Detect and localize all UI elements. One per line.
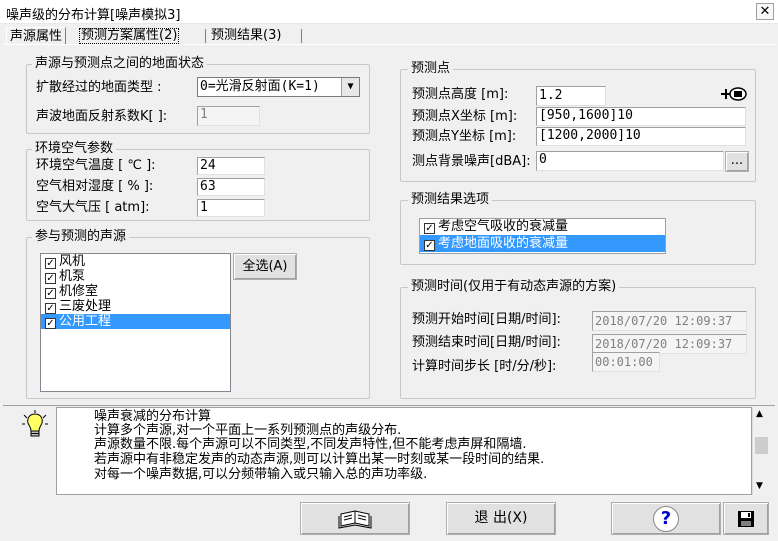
list-item[interactable]: ✓ 三废处理 [41,299,230,314]
result-options-list[interactable]: ✓ 考虑空气吸收的衰减量 ✓ 考虑地面吸收的衰减量 [419,218,666,254]
temperature-field[interactable]: 24 [197,157,265,175]
save-button[interactable] [723,502,769,535]
sources-list[interactable]: ✓ 风机 ✓ 机泵 ✓ 机修室 ✓ 三废处理 ✓ 公用工程 [40,253,231,392]
tab-scheme-properties[interactable]: 预测方案属性(2) [78,27,180,45]
pressure-label: 空气大气压 [ atm]: [36,200,150,215]
point-x-field[interactable]: [950,1600]10 [536,107,746,126]
window-title: 噪声级的分布计算[噪声模拟3] [6,8,181,23]
point-y-field[interactable]: [1200,2000]10 [536,127,746,146]
chevron-down-icon[interactable]: ▼ [341,78,359,96]
list-item-label: 机泵 [59,269,86,284]
environment-title: 环境空气参数 [32,141,117,157]
close-icon: ✕ [759,4,771,19]
prediction-time-title: 预测时间(仅用于有动态声源的方案) [408,279,620,295]
help-icon: ? [653,506,679,532]
checkbox[interactable]: ✓ [424,240,435,251]
pointer-hand-icon [721,87,747,101]
tab-source-properties[interactable]: 声源属性 [6,27,67,45]
list-item-selected[interactable]: ✓ 公用工程 [41,314,230,329]
checkbox[interactable]: ✓ [45,258,56,269]
scroll-thumb[interactable] [755,437,768,454]
ground-state-title: 声源与预测点之间的地面状态 [32,56,208,72]
reflect-coef-label: 声波地面反射系数K[ ]: [36,109,168,124]
point-y-label: 预测点Y坐标 [m]: [412,129,517,144]
exit-button[interactable]: 退 出(X) [446,502,556,535]
list-item-label: 机修室 [59,284,99,299]
humidity-field[interactable]: 63 [197,178,265,196]
ground-type-select[interactable]: 0=光滑反射面(K=1) ▼ [197,77,360,97]
checkbox[interactable]: ✓ [45,318,56,329]
description-line: 噪声衰减的分布计算 [94,409,212,424]
start-time-label: 预测开始时间[日期/时间]: [412,312,561,327]
ground-type-label: 扩散经过的地面类型 : [36,80,162,95]
tab-label: 预测方案属性(2) [81,28,178,43]
time-step-label: 计算时间步长 [时/分/秒]: [412,359,557,374]
description-line: 若声源中有非稳定发声的动态声源,则可以计算出某一时刻或某一段时间的结果. [94,452,545,467]
point-height-label: 预测点高度 [m]: [412,87,509,102]
list-item[interactable]: ✓ 考虑空气吸收的衰减量 [420,219,665,235]
tab-prediction-results[interactable]: 预测结果(3) [208,27,284,45]
browse-button[interactable]: ... [725,151,749,172]
list-item-selected[interactable]: ✓ 考虑地面吸收的衰减量 [420,235,665,252]
floppy-disk-icon [738,511,754,527]
title-bar: 噪声级的分布计算[噪声模拟3] ✕ [0,0,778,24]
select-all-button[interactable]: 全选(A) [233,253,297,280]
description-line: 计算多个声源,对一个平面上一系列预测点的声级分布. [94,423,402,438]
list-item-label: 风机 [59,254,86,269]
list-item[interactable]: ✓ 机泵 [41,269,230,284]
pressure-field[interactable]: 1 [197,199,265,217]
end-time-label: 预测结束时间[日期/时间]: [412,335,561,350]
manual-button[interactable] [300,502,410,535]
list-item-label: 公用工程 [59,314,112,329]
end-time-field[interactable]: 2018/07/20 12:09:37 [592,334,747,354]
point-x-label: 预测点X坐标 [m]: [412,109,518,124]
prediction-point-title: 预测点 [408,61,454,77]
help-button[interactable]: ? [611,502,721,535]
checkbox[interactable]: ✓ [45,273,56,284]
humidity-label: 空气相对湿度 [ % ]: [36,179,154,194]
checkbox[interactable]: ✓ [424,223,435,234]
close-button[interactable]: ✕ [756,3,774,20]
description-line: 对每一个噪声数据,可以分频带输入或只输入总的声功率级. [94,467,428,482]
tab-divider [205,29,206,43]
tab-label: 预测结果(3) [211,28,282,43]
point-height-field[interactable]: 1.2 [536,86,606,106]
list-item-label: 考虑地面吸收的衰减量 [438,236,569,251]
reflect-coef-field[interactable]: 1 [197,106,260,126]
result-options-title: 预测结果选项 [408,192,493,208]
temperature-label: 环境空气温度 [ ℃ ]: [36,158,156,173]
checkbox[interactable]: ✓ [45,303,56,314]
background-noise-label: 测点背景噪声[dBA]: [412,154,531,169]
list-item[interactable]: ✓ 机修室 [41,284,230,299]
list-item[interactable]: ✓ 风机 [41,254,230,269]
open-book-icon [338,510,372,529]
list-item-label: 三废处理 [59,299,112,314]
checkbox[interactable]: ✓ [45,288,56,299]
pick-point-button[interactable] [719,83,749,105]
scroll-down-icon[interactable]: ▼ [756,481,763,491]
scroll-up-icon[interactable]: ▲ [756,409,763,419]
start-time-field[interactable]: 2018/07/20 12:09:37 [592,311,747,331]
description-line: 声源数量不限.每个声源可以不同类型,不同发声特性,但不能考虑声屏和隔墙. [94,437,527,452]
ground-type-value: 0=光滑反射面(K=1) [200,79,320,94]
tab-divider [301,29,302,43]
sources-title: 参与预测的声源 [32,229,130,245]
description-scrollbar[interactable]: ▲ ▼ [752,407,769,495]
background-noise-field[interactable]: 0 [536,151,724,171]
tab-label: 声源属性 [10,29,63,44]
list-item-label: 考虑空气吸收的衰减量 [438,219,569,234]
time-step-field[interactable]: 00:01:00 [592,352,660,372]
lightbulb-icon [22,410,48,440]
